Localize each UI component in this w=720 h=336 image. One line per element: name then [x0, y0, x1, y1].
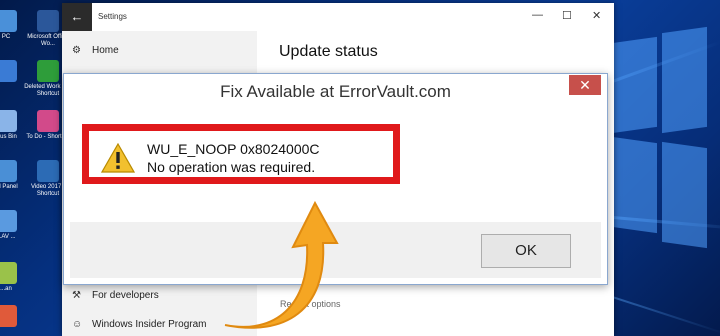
back-button[interactable]: ← [62, 3, 92, 31]
gear-icon: ⚙ [72, 45, 81, 56]
video-icon [37, 160, 59, 182]
desktop-icon-label: ...an [0, 286, 12, 292]
sidebar-item-home[interactable]: ⚙ Home [72, 45, 119, 56]
sidebar-item-developers[interactable]: ⚒ For developers [72, 290, 159, 301]
settings-title: Settings [98, 12, 127, 21]
curved-arrow-icon [224, 200, 339, 329]
desktop-icon-label: ...AV ... [0, 234, 16, 240]
warning-icon [101, 143, 135, 173]
developer-icon: ⚒ [72, 290, 81, 301]
sidebar-item-label: Home [92, 45, 119, 56]
windows-logo [602, 26, 712, 250]
desktop-icon[interactable]: ...AV ... [0, 210, 32, 241]
folder-icon [0, 60, 17, 82]
computer-icon [0, 10, 17, 32]
settings-title-bar: ← Settings — ☐ ✕ [62, 3, 614, 31]
sidebar-item-label: For developers [92, 290, 159, 301]
settings-icon [0, 210, 17, 232]
maximize-button[interactable]: ☐ [562, 9, 572, 22]
dialog-title-bar: Fix Available at ErrorVault.com ✕ [64, 74, 607, 104]
close-button[interactable]: ✕ [592, 9, 601, 22]
control-panel-icon [0, 160, 17, 182]
error-code: WU_E_NOOP 0x8024000C [147, 141, 320, 157]
insider-icon: ☺ [72, 319, 83, 330]
dialog-title: Fix Available at ErrorVault.com [220, 82, 451, 101]
ok-button[interactable]: OK [481, 234, 571, 268]
error-message: No operation was required. [147, 159, 316, 175]
desktop-icon[interactable]: ...an [0, 262, 32, 293]
shield-check-icon [37, 60, 59, 82]
sidebar-item-insider[interactable]: ☺ Windows Insider Program [72, 319, 206, 330]
minimize-button[interactable]: — [532, 9, 543, 21]
desktop-icon[interactable] [0, 305, 32, 329]
dialog-close-button[interactable]: ✕ [569, 75, 601, 95]
recycle-bin-icon [0, 110, 17, 132]
sidebar-item-label: Windows Insider Program [92, 319, 207, 330]
app-icon [0, 262, 17, 284]
app-icon [0, 305, 17, 327]
page-title: Update status [279, 43, 378, 60]
colorful-app-icon [37, 110, 59, 132]
word-icon [37, 10, 59, 32]
